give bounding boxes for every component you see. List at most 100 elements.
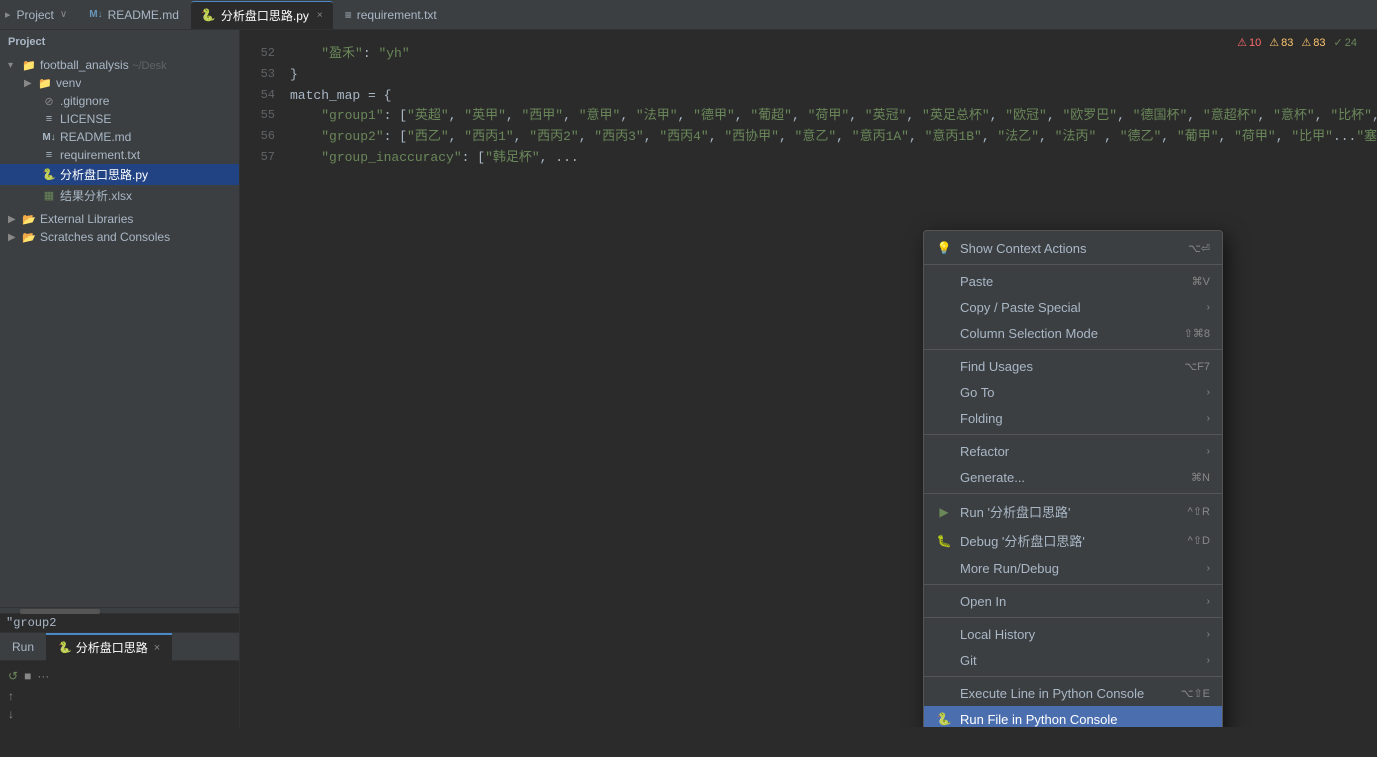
menu-item-debug[interactable]: 🐛 Debug '分析盘口思路' ^⇧D [924,526,1222,555]
menu-label-open-in: Open In [960,594,1199,609]
arrow-venv: ▶ [24,78,34,89]
warn-count-2: 83 [1313,37,1325,49]
menu-item-column[interactable]: Column Selection Mode ⇧⌘8 [924,320,1222,346]
menu-label-folding: Folding [960,411,1199,426]
panel-rerun-icon[interactable]: ↺ [8,669,18,683]
tree-item-venv-label: venv [56,76,81,90]
generate-icon [936,469,952,485]
menu-item-open-in[interactable]: Open In › [924,588,1222,614]
code-line-56: 56 "group2": ["西乙", "西丙1", "西丙2", "西丙3",… [240,127,1377,148]
warn-badge-2[interactable]: ⚠ 83 [1301,36,1325,49]
panel-tab-close[interactable]: × [154,642,160,654]
menu-item-goto[interactable]: Go To › [924,379,1222,405]
menu-label-column: Column Selection Mode [960,326,1176,341]
tree-item-gitignore[interactable]: ⊘ .gitignore [0,92,239,110]
file-license-icon: ≡ [42,112,56,126]
menu-item-run[interactable]: ▶ Run '分析盘口思路' ^⇧R [924,497,1222,526]
editor-area: ⚠ 10 ⚠ 83 ⚠ 83 ✓ 24 52 "盈禾": "yh" [240,30,1377,727]
menu-item-paste[interactable]: Paste ⌘V [924,268,1222,294]
menu-item-refactor[interactable]: Refactor › [924,438,1222,464]
error-badge[interactable]: ⚠ 10 [1237,36,1261,49]
tab-readme-label: README.md [108,8,179,22]
tab-readme-icon: M↓ [89,9,102,20]
tree-item-football[interactable]: ▾ 📁 football_analysis ~/Desk [0,56,239,74]
panel-more-icon[interactable]: ··· [37,669,49,683]
debug-icon: 🐛 [936,533,952,549]
file-result-icon: ▦ [42,189,56,203]
tree-item-result[interactable]: ▦ 结果分析.xlsx [0,185,239,206]
sidebar-header: Project [0,30,239,54]
menu-item-execute-line[interactable]: Execute Line in Python Console ⌥⇧E [924,680,1222,706]
menu-arrow-goto: › [1207,387,1210,398]
panel-up-icon[interactable]: ↑ [8,689,14,703]
menu-item-generate[interactable]: Generate... ⌘N [924,464,1222,490]
folder-football-icon: 📁 [22,58,36,72]
copy-paste-icon [936,299,952,315]
menu-shortcut-column: ⇧⌘8 [1184,327,1210,340]
paste-icon [936,273,952,289]
menu-item-more-run[interactable]: More Run/Debug › [924,555,1222,581]
line-num-52: 52 [240,44,290,65]
code-editor[interactable]: 52 "盈禾": "yh" 53 } 54 match_map = { 55 "… [240,30,1377,177]
menu-sep-5 [924,617,1222,618]
menu-shortcut-generate: ⌘N [1191,471,1210,484]
panel-stop-icon[interactable]: ■ [24,669,31,683]
warn-icon-1: ⚠ [1269,36,1279,49]
error-count: 10 [1249,37,1261,49]
file-analysis-icon: 🐍 [42,168,56,182]
tab-analysis-close[interactable]: × [317,10,323,21]
code-line-53: 53 } [240,65,1377,86]
menu-item-local-history[interactable]: Local History › [924,621,1222,647]
menu-arrow-folding: › [1207,413,1210,424]
tab-readme[interactable]: M↓ README.md [79,1,189,29]
menu-item-git[interactable]: Git › [924,647,1222,673]
code-line-55: 55 "group1": ["英超", "英甲", "西甲", "意甲", "法… [240,106,1377,127]
ok-badge[interactable]: ✓ 24 [1334,36,1357,49]
project-chevron: ∨ [60,9,67,20]
menu-label-execute-line: Execute Line in Python Console [960,686,1173,701]
tree-item-readme[interactable]: M↓ README.md [0,128,239,146]
tree-item-license[interactable]: ≡ LICENSE [0,110,239,128]
error-icon: ⚠ [1237,36,1247,49]
tree-item-external[interactable]: ▶ 📂 External Libraries [0,210,239,228]
open-in-icon [936,593,952,609]
line-num-56: 56 [240,127,290,148]
menu-shortcut-run: ^⇧R [1188,505,1210,518]
local-history-icon [936,626,952,642]
menu-item-copy-paste[interactable]: Copy / Paste Special › [924,294,1222,320]
tab-analysis-label: 分析盘口思路.py [221,7,309,24]
menu-arrow-open-in: › [1207,596,1210,607]
column-icon [936,325,952,341]
menu-item-find-usages[interactable]: Find Usages ⌥F7 [924,353,1222,379]
menu-label-paste: Paste [960,274,1184,289]
goto-icon [936,384,952,400]
menu-sep-2 [924,434,1222,435]
menu-sep-0 [924,264,1222,265]
git-icon [936,652,952,668]
panel-down-icon[interactable]: ↓ [8,707,14,721]
menu-item-show-context[interactable]: 💡 Show Context Actions ⌥⏎ [924,235,1222,261]
menu-item-folding[interactable]: Folding › [924,405,1222,431]
tab-analysis[interactable]: 🐍 分析盘口思路.py × [191,1,333,29]
run-tab-label: Run [12,640,34,654]
tree-item-scratches[interactable]: ▶ 📂 Scratches and Consoles [0,228,239,246]
panel-tab-analysis[interactable]: 🐍 分析盘口思路 × [46,633,172,661]
lightbulb-icon: 💡 [936,240,952,256]
find-icon [936,358,952,374]
sidebar-tree: ▾ 📁 football_analysis ~/Desk ▶ 📁 venv ⊘ … [0,54,239,607]
ok-count: 24 [1345,37,1357,49]
tree-item-venv[interactable]: ▶ 📁 venv [0,74,239,92]
menu-shortcut-show-context: ⌥⏎ [1188,242,1210,255]
arrow-scratches: ▶ [8,232,18,243]
warn-badge-1[interactable]: ⚠ 83 [1269,36,1293,49]
panel-tab-run[interactable]: Run [0,633,46,661]
menu-item-run-file-python[interactable]: 🐍 Run File in Python Console [924,706,1222,727]
tab-requirement[interactable]: ≡ requirement.txt [335,1,447,29]
folder-external-icon: 📂 [22,212,36,226]
menu-label-generate: Generate... [960,470,1183,485]
menu-label-goto: Go To [960,385,1199,400]
tree-item-requirement[interactable]: ≡ requirement.txt [0,146,239,164]
folding-icon [936,410,952,426]
line-content-57: "group_inaccuracy": ["韩足杯", ... [290,148,1377,169]
tree-item-analysis[interactable]: 🐍 分析盘口思路.py [0,164,239,185]
